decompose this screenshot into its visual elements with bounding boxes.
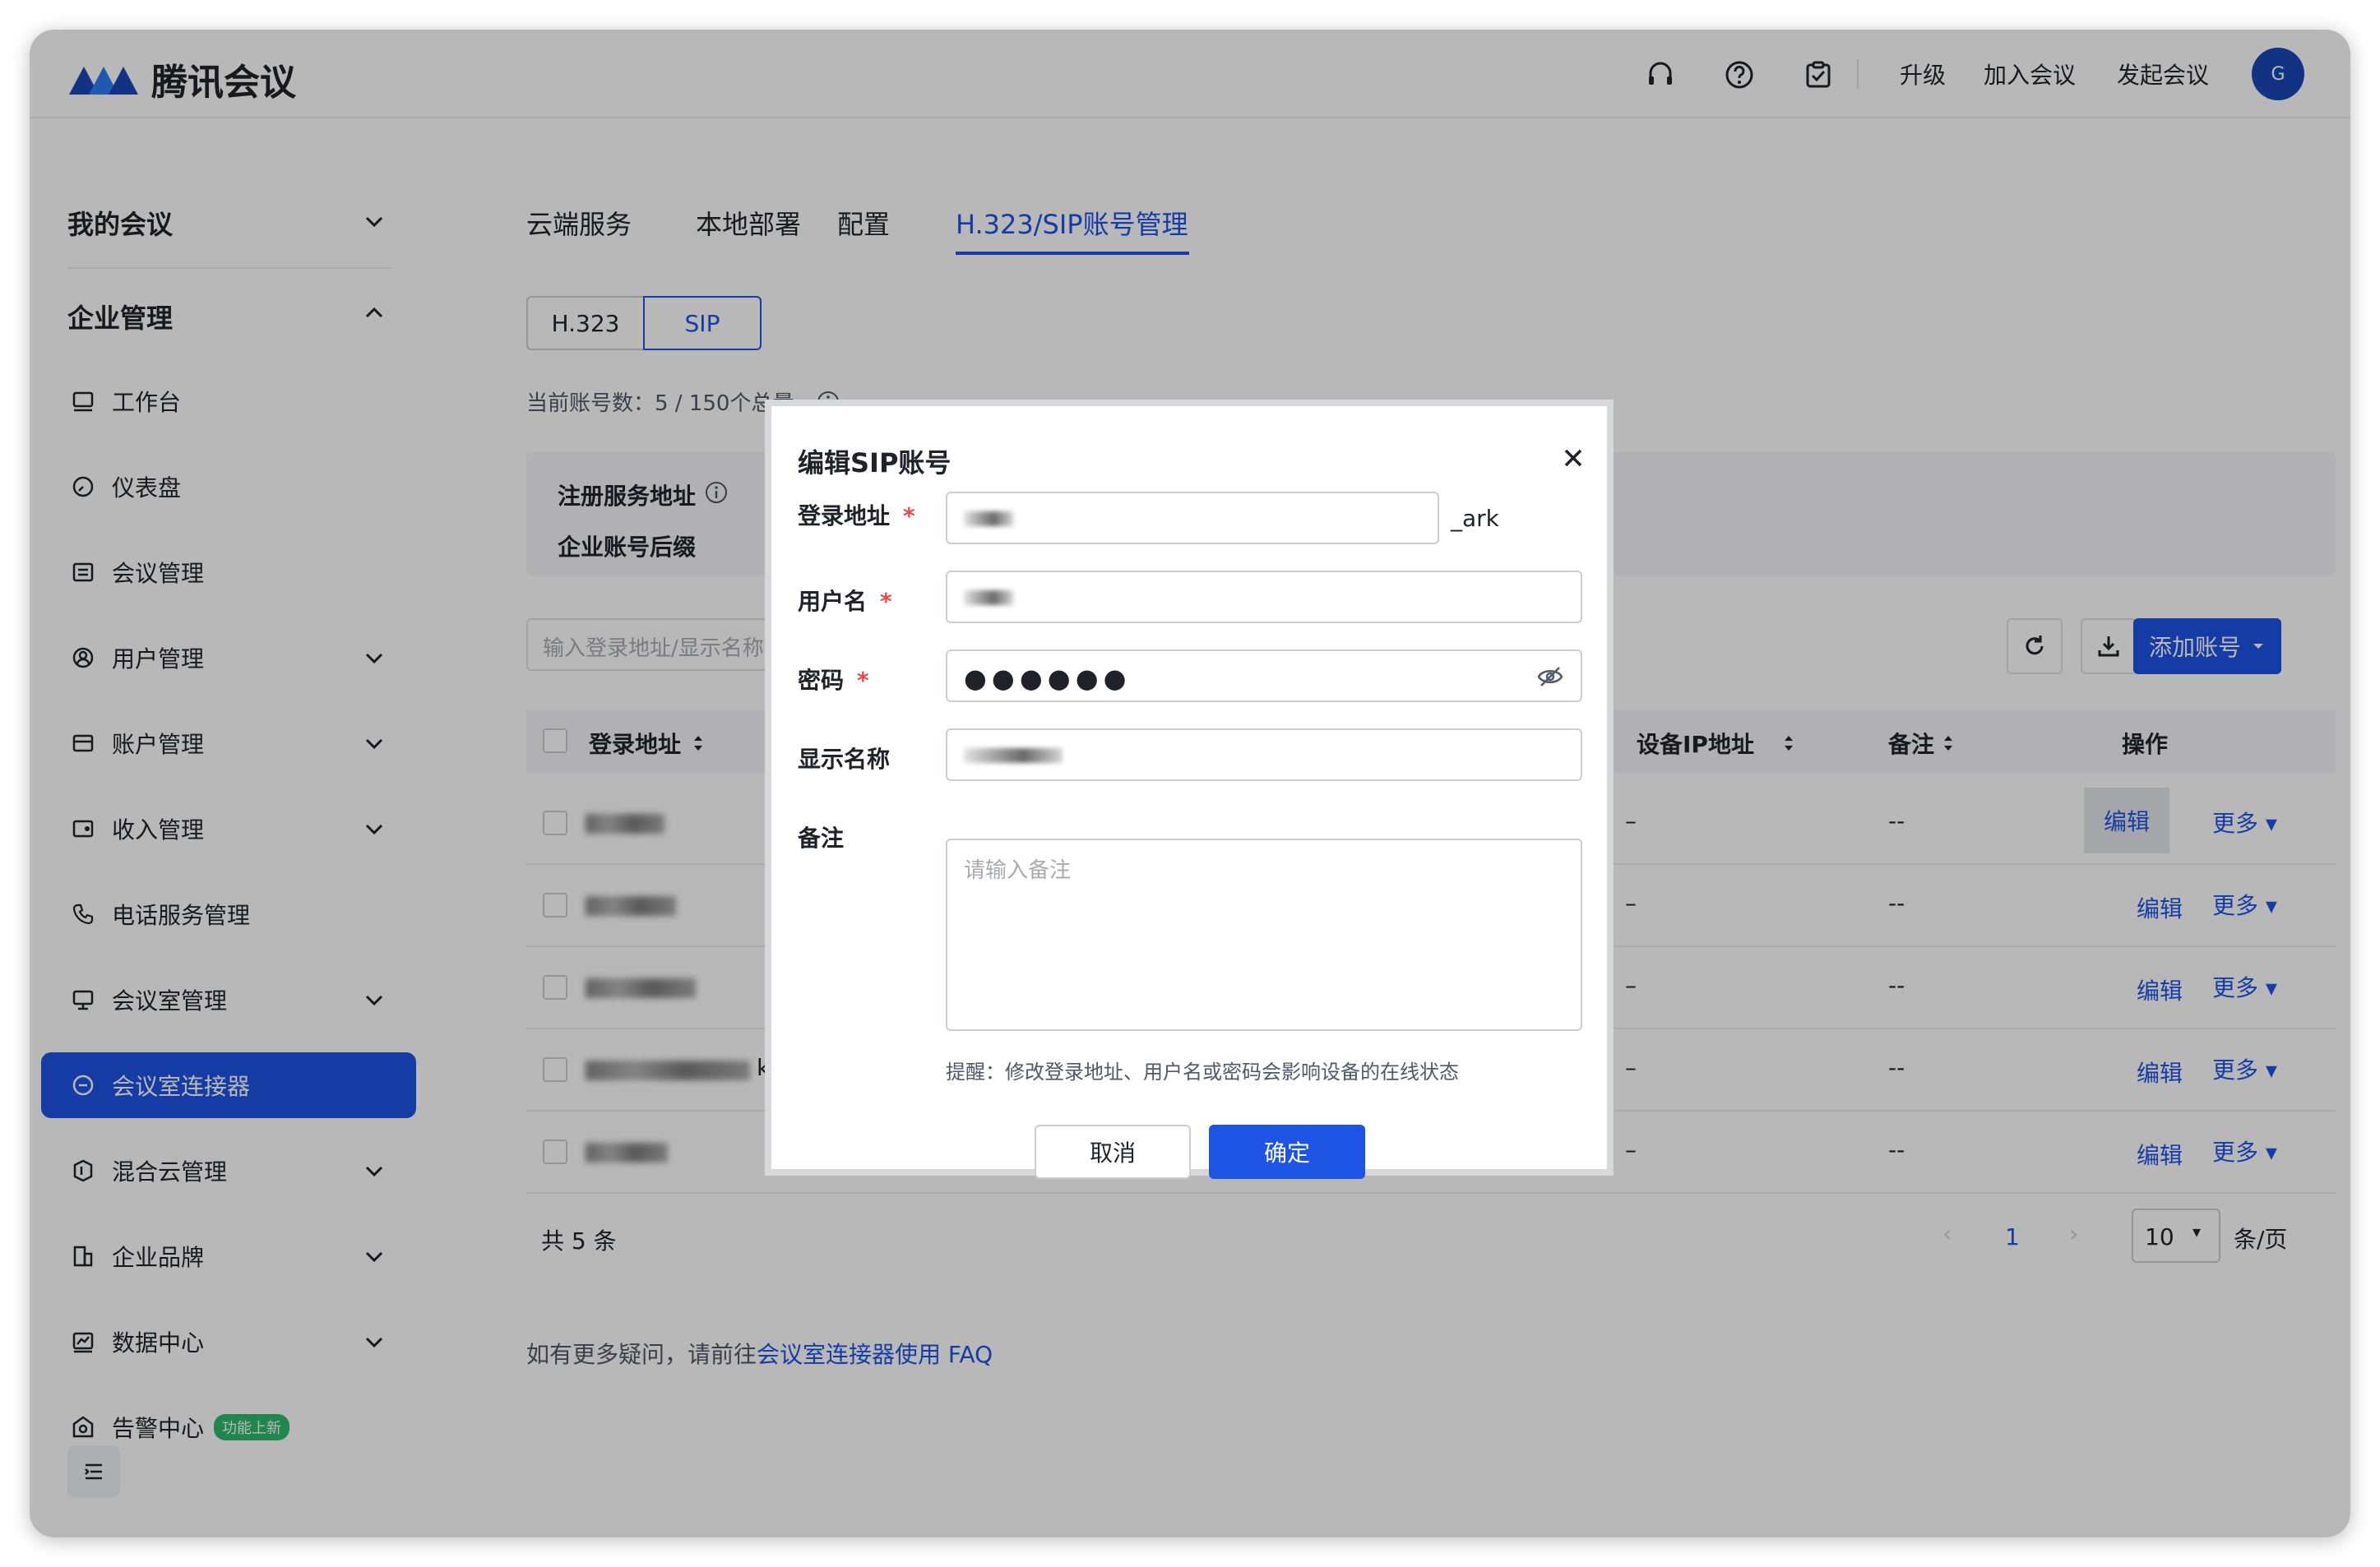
username-label-text: 用户名 [798, 588, 868, 615]
password-label-text: 密码 [798, 667, 845, 694]
display-name-field[interactable] [946, 728, 1582, 781]
confirm-button[interactable]: 确定 [1209, 1125, 1365, 1179]
password-field[interactable]: ●●●●●● [946, 649, 1582, 702]
password-label: 密码 * [798, 663, 869, 696]
username-field[interactable] [946, 571, 1582, 623]
close-icon[interactable] [1559, 444, 1587, 472]
dialog-title: 编辑SIP账号 [798, 447, 952, 478]
eye-off-icon[interactable] [1536, 664, 1564, 689]
login-suffix: _ark [1451, 505, 1499, 532]
login-label-text: 登录地址 [798, 502, 891, 529]
login-address-field[interactable] [946, 492, 1439, 544]
required-mark: * [903, 502, 915, 529]
cancel-button[interactable]: 取消 [1035, 1125, 1191, 1179]
display-name-label: 显示名称 [798, 746, 891, 773]
note-textarea[interactable]: 请输入备注 [946, 839, 1582, 1031]
redacted-value [964, 511, 1013, 526]
app-window: 腾讯会议 升级 加入会议 发起会议 G 我的会议 企业管理 工作台 仪表盘 会议… [30, 30, 2350, 1537]
edit-sip-dialog: 编辑SIP账号 登录地址 * _ark 用户名 * 密码 * ●●●●●● 显示名称 … [765, 400, 1614, 1179]
note-label: 备注 [798, 825, 845, 852]
redacted-value [964, 590, 1013, 605]
redacted-value [964, 748, 1063, 763]
username-label: 用户名 * [798, 584, 892, 617]
required-mark: * [857, 667, 869, 694]
password-value: ●●●●●● [964, 663, 1132, 694]
login-label: 登录地址 * [798, 498, 915, 531]
dialog-hint: 提醒：修改登录地址、用户名或密码会影响设备的在线状态 [946, 1061, 1459, 1084]
required-mark: * [880, 588, 892, 615]
